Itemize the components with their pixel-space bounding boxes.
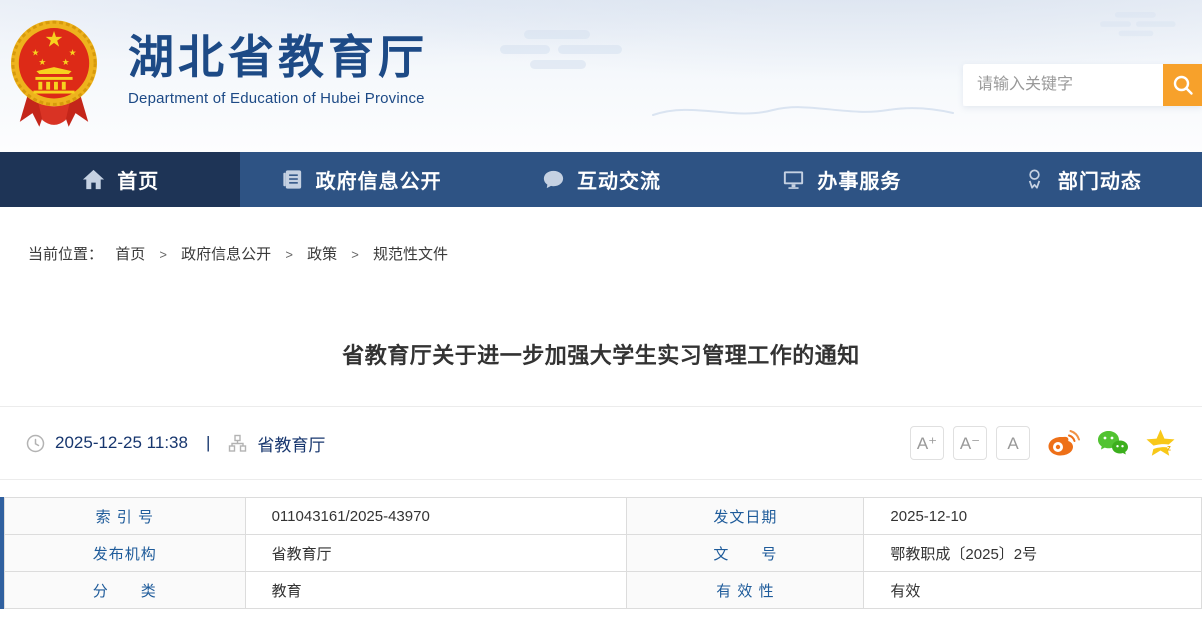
- breadcrumb-separator: >: [159, 247, 167, 262]
- font-reset-button[interactable]: A: [996, 426, 1030, 460]
- table-row: 发布机构 省教育厅 文 号 鄂教职成〔2025〕2号: [5, 535, 1202, 572]
- publisher-label: 发布机构: [5, 535, 246, 572]
- breadcrumb-item-gov-info[interactable]: 政府信息公开: [181, 246, 271, 263]
- main-nav: 首页 政府信息公开 互动交流 办事服务 部门动态: [0, 152, 1202, 207]
- wave-decoration: [648, 95, 958, 127]
- svg-text:★: ★: [69, 47, 77, 57]
- nav-item-label: 互动交流: [577, 165, 661, 194]
- nav-item-gov-info[interactable]: 政府信息公开: [240, 152, 480, 207]
- font-decrease-button[interactable]: A⁻: [953, 426, 987, 460]
- home-icon: [81, 167, 106, 192]
- table-row: 分 类 教育 有 效 性 有效: [5, 572, 1202, 609]
- nav-item-interaction[interactable]: 互动交流: [481, 152, 721, 207]
- clock-icon: [26, 434, 45, 453]
- nav-item-label: 部门动态: [1058, 165, 1142, 194]
- breadcrumb: 当前位置： 首页 > 政府信息公开 > 政策 > 规范性文件: [28, 243, 1202, 263]
- search-box: [963, 64, 1202, 106]
- cloud-decoration: [500, 30, 630, 70]
- doc-number-label: 文 号: [627, 535, 864, 572]
- article-title: 省教育厅关于进一步加强大学生实习管理工作的通知: [0, 341, 1202, 371]
- wechat-icon[interactable]: [1096, 428, 1129, 458]
- table-row: 索 引 号 011043161/2025-43970 发文日期 2025-12-…: [5, 498, 1202, 535]
- chat-icon: [541, 167, 566, 192]
- search-icon: [1172, 74, 1194, 96]
- font-increase-button[interactable]: A⁺: [910, 426, 944, 460]
- site-title: 湖北省教育厅: [128, 32, 428, 84]
- doc-info-table: 索 引 号 011043161/2025-43970 发文日期 2025-12-…: [0, 497, 1202, 609]
- qzone-icon[interactable]: z: [1145, 428, 1176, 458]
- svg-text:z: z: [1167, 444, 1171, 453]
- document-icon: [280, 167, 305, 192]
- weibo-icon[interactable]: [1046, 428, 1080, 458]
- doc-number-value: 鄂教职成〔2025〕2号: [864, 535, 1202, 572]
- nav-item-label: 政府信息公开: [316, 165, 442, 194]
- issue-date-label: 发文日期: [627, 498, 864, 535]
- article-meta-info: 2025-12-25 11:38 | 省教育厅: [26, 431, 325, 456]
- validity-value: 有效: [864, 572, 1202, 609]
- article-meta-bar: 2025-12-25 11:38 | 省教育厅 A⁺ A⁻ A: [0, 406, 1202, 480]
- svg-text:★: ★: [31, 47, 39, 57]
- site-subtitle: Department of Education of Hubei Provinc…: [128, 90, 428, 107]
- breadcrumb-item-policy[interactable]: 政策: [307, 246, 337, 263]
- meta-divider: |: [206, 433, 210, 453]
- national-emblem: ★ ★ ★ ★ ★: [10, 13, 98, 135]
- nav-item-department-news[interactable]: 部门动态: [962, 152, 1202, 207]
- breadcrumb-separator: >: [285, 247, 293, 262]
- brand: 湖北省教育厅 Department of Education of Hubei …: [128, 32, 428, 107]
- breadcrumb-item-home[interactable]: 首页: [115, 246, 145, 263]
- site-header: ★ ★ ★ ★ ★ 湖北省教育厅 Department of Education…: [0, 0, 1202, 152]
- svg-text:★: ★: [38, 57, 46, 67]
- publish-time: 2025-12-25 11:38: [55, 433, 188, 453]
- nav-item-home[interactable]: 首页: [0, 152, 240, 207]
- category-label: 分 类: [5, 572, 246, 609]
- nav-item-label: 首页: [117, 165, 159, 194]
- nav-item-label: 办事服务: [817, 165, 901, 194]
- org-icon: [228, 434, 247, 453]
- monitor-icon: [781, 167, 806, 192]
- search-button[interactable]: [1163, 64, 1202, 106]
- publisher-value: 省教育厅: [245, 535, 627, 572]
- breadcrumb-separator: >: [351, 247, 359, 262]
- cloud-decoration: [1100, 12, 1181, 37]
- search-input[interactable]: [963, 64, 1163, 106]
- index-number-value: 011043161/2025-43970: [245, 498, 627, 535]
- breadcrumb-item-normative-docs[interactable]: 规范性文件: [373, 246, 448, 263]
- breadcrumb-prefix: 当前位置：: [28, 246, 103, 263]
- index-number-label: 索 引 号: [5, 498, 246, 535]
- nav-item-services[interactable]: 办事服务: [721, 152, 961, 207]
- person-icon: [1022, 167, 1047, 192]
- validity-label: 有 效 性: [627, 572, 864, 609]
- svg-text:★: ★: [62, 57, 70, 67]
- issue-date-value: 2025-12-10: [864, 498, 1202, 535]
- category-value: 教育: [245, 572, 627, 609]
- article-toolbar: A⁺ A⁻ A: [901, 426, 1176, 460]
- publish-source: 省教育厅: [257, 431, 325, 456]
- svg-text:★: ★: [44, 28, 63, 52]
